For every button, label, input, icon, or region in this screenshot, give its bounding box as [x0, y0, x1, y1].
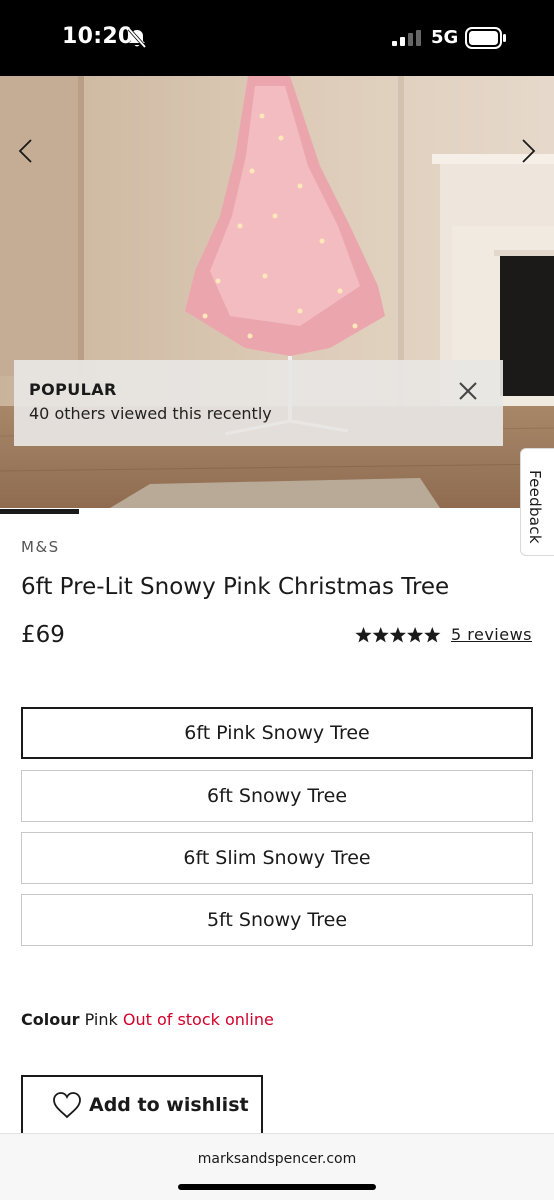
variant-option-6ft-snowy-tree[interactable]: 6ft Snowy Tree [21, 770, 533, 822]
wishlist-label: Add to wishlist [89, 1094, 249, 1116]
star-icon [355, 627, 372, 643]
next-image-arrow-icon[interactable] [512, 136, 542, 166]
feedback-tab[interactable]: Feedback [520, 448, 554, 556]
product-price: £69 [21, 622, 65, 648]
variant-option-6ft-pink-snowy-tree[interactable]: 6ft Pink Snowy Tree [21, 707, 533, 759]
status-bar: 10:20 5G [0, 0, 554, 76]
feedback-label: Feedback [526, 470, 544, 544]
star-icon [424, 627, 441, 643]
colour-line: Colour Pink Out of stock online [21, 1010, 274, 1029]
add-to-wishlist-button[interactable]: Add to wishlist [21, 1075, 263, 1135]
variant-option-6ft-slim-snowy-tree[interactable]: 6ft Slim Snowy Tree [21, 832, 533, 884]
close-icon[interactable] [457, 380, 479, 402]
network-type: 5G [431, 27, 459, 48]
star-icon [389, 627, 406, 643]
heart-icon [53, 1092, 81, 1119]
colour-label: Colour [21, 1010, 80, 1029]
status-time: 10:20 [62, 24, 134, 49]
url-text: marksandspencer.com [197, 1151, 357, 1167]
reviews-link[interactable]: 5 reviews [451, 625, 532, 644]
bell-off-icon [127, 27, 147, 49]
home-indicator[interactable] [178, 1184, 376, 1190]
product-image-gallery[interactable]: POPULAR 40 others viewed this recently [0, 76, 554, 508]
star-rating-icon[interactable] [355, 626, 441, 644]
stock-status: Out of stock online [122, 1010, 274, 1029]
previous-image-arrow-icon[interactable] [12, 136, 42, 166]
popular-title: POPULAR [29, 380, 117, 399]
star-icon [407, 627, 424, 643]
colour-value: Pink [84, 1010, 118, 1029]
variant-option-5ft-snowy-tree[interactable]: 5ft Snowy Tree [21, 894, 533, 946]
popular-notification: POPULAR 40 others viewed this recently [14, 360, 503, 446]
product-title: 6ft Pre-Lit Snowy Pink Christmas Tree [21, 574, 450, 600]
star-icon [372, 627, 389, 643]
product-brand: M&S [21, 538, 60, 556]
browser-url-bar[interactable]: marksandspencer.com [0, 1133, 554, 1200]
battery-icon [465, 27, 506, 49]
signal-icon [392, 30, 421, 46]
gallery-progress-indicator [0, 509, 79, 514]
popular-subtitle: 40 others viewed this recently [29, 404, 272, 423]
